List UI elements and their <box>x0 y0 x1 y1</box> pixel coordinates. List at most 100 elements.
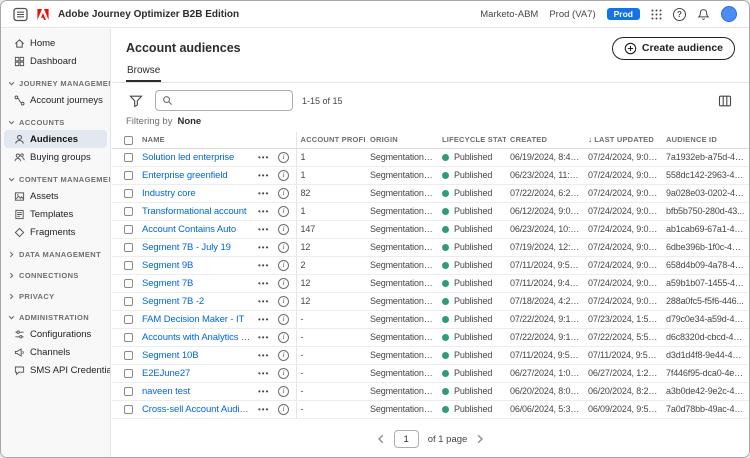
environment-name[interactable]: Prod (VA7) <box>549 9 595 20</box>
sidebar-section-journey-management[interactable]: JOURNEY MANAGEMENT <box>1 75 110 91</box>
sidebar-item-account-journeys[interactable]: Account journeys <box>1 91 110 109</box>
table-row[interactable]: Industry core ••• i 82 Segmentation Serv… <box>112 184 749 202</box>
more-actions-icon[interactable]: ••• <box>258 369 269 378</box>
audience-name-link[interactable]: Segment 10B <box>142 350 198 361</box>
sidebar-item-assets[interactable]: Assets <box>1 187 110 205</box>
more-actions-icon[interactable]: ••• <box>258 351 269 360</box>
table-row[interactable]: Account Contains Auto ••• i 147 Segmenta… <box>112 220 749 238</box>
audience-name-link[interactable]: Segment 7B - July 19 <box>142 242 231 253</box>
row-checkbox[interactable] <box>124 387 133 396</box>
more-actions-icon[interactable]: ••• <box>258 315 269 324</box>
sidebar-item-dashboard[interactable]: Dashboard <box>1 52 110 70</box>
more-actions-icon[interactable]: ••• <box>258 225 269 234</box>
audience-name-link[interactable]: Cross-sell Account Audience <box>142 404 254 415</box>
filter-icon[interactable] <box>126 91 146 111</box>
more-actions-icon[interactable]: ••• <box>258 153 269 162</box>
info-icon[interactable]: i <box>278 206 289 217</box>
audience-name-link[interactable]: FAM Decision Maker - IT <box>142 314 244 325</box>
page-number-input[interactable]: 1 <box>394 430 419 448</box>
table-row[interactable]: Segment 10B ••• i - Segmentation Serv...… <box>112 346 749 364</box>
info-icon[interactable]: i <box>278 224 289 235</box>
row-checkbox[interactable] <box>124 369 133 378</box>
column-header-origin[interactable]: ORIGIN <box>366 132 438 148</box>
info-icon[interactable]: i <box>278 332 289 343</box>
row-checkbox[interactable] <box>124 297 133 306</box>
info-icon[interactable]: i <box>278 188 289 199</box>
info-icon[interactable]: i <box>278 296 289 307</box>
more-actions-icon[interactable]: ••• <box>258 405 269 414</box>
info-icon[interactable]: i <box>278 278 289 289</box>
more-actions-icon[interactable]: ••• <box>258 189 269 198</box>
table-row[interactable]: Segment 7B ••• i 12 Segmentation Serv...… <box>112 274 749 292</box>
table-row[interactable]: naveen test ••• i - Segmentation Serv...… <box>112 382 749 400</box>
user-avatar[interactable] <box>721 6 737 22</box>
info-icon[interactable]: i <box>278 386 289 397</box>
row-checkbox[interactable] <box>124 405 133 414</box>
table-row[interactable]: Segment 7B - July 19 ••• i 12 Segmentati… <box>112 238 749 256</box>
more-actions-icon[interactable]: ••• <box>258 279 269 288</box>
table-row[interactable]: Solution led enterprise ••• i 1 Segmenta… <box>112 148 749 166</box>
table-row[interactable]: Enterprise greenfield ••• i 1 Segmentati… <box>112 166 749 184</box>
row-checkbox[interactable] <box>124 171 133 180</box>
next-page-button[interactable] <box>476 434 484 444</box>
column-settings-icon[interactable] <box>715 91 735 111</box>
table-row[interactable]: Segment 7B -2 ••• i 12 Segmentation Serv… <box>112 292 749 310</box>
app-switcher-grid-icon[interactable] <box>651 9 662 20</box>
help-icon[interactable]: ? <box>673 8 686 21</box>
audience-name-link[interactable]: Segment 7B <box>142 278 193 289</box>
table-row[interactable]: E2EJune27 ••• i - Segmentation Serv... P… <box>112 364 749 382</box>
more-actions-icon[interactable]: ••• <box>258 207 269 216</box>
sidebar-item-audiences[interactable]: Audiences <box>4 130 107 148</box>
row-checkbox[interactable] <box>124 333 133 342</box>
more-actions-icon[interactable]: ••• <box>258 171 269 180</box>
column-header-last-updated[interactable]: ↓LAST UPDATED <box>584 132 662 148</box>
more-actions-icon[interactable]: ••• <box>258 297 269 306</box>
select-all-checkbox[interactable] <box>124 136 133 145</box>
sidebar-section-accounts[interactable]: ACCOUNTS <box>1 114 110 130</box>
row-checkbox[interactable] <box>124 153 133 162</box>
info-icon[interactable]: i <box>278 242 289 253</box>
audience-name-link[interactable]: Transformational account <box>142 206 246 217</box>
more-actions-icon[interactable]: ••• <box>258 243 269 252</box>
org-name[interactable]: Marketo-ABM <box>480 9 538 20</box>
more-actions-icon[interactable]: ••• <box>258 333 269 342</box>
row-checkbox[interactable] <box>124 351 133 360</box>
sidebar-item-home[interactable]: Home <box>1 34 110 52</box>
table-row[interactable]: Segment 9B ••• i 2 Segmentation Serv... … <box>112 256 749 274</box>
audience-name-link[interactable]: E2EJune27 <box>142 368 190 379</box>
info-icon[interactable]: i <box>278 350 289 361</box>
tab-browse[interactable]: Browse <box>126 61 161 82</box>
sidebar-item-fragments[interactable]: Fragments <box>1 223 110 241</box>
row-checkbox[interactable] <box>124 225 133 234</box>
info-icon[interactable]: i <box>278 314 289 325</box>
audience-name-link[interactable]: naveen test <box>142 386 190 397</box>
row-checkbox[interactable] <box>124 207 133 216</box>
audience-name-link[interactable]: Solution led enterprise <box>142 152 234 163</box>
create-audience-button[interactable]: Create audience <box>612 37 735 60</box>
column-header-account-profiles[interactable]: ACCOUNT PROFILES <box>296 132 366 148</box>
hamburger-menu-icon[interactable] <box>13 7 28 22</box>
audience-name-link[interactable]: Account Contains Auto <box>142 224 236 235</box>
table-row[interactable]: Accounts with Analytics product and r...… <box>112 328 749 346</box>
row-checkbox[interactable] <box>124 279 133 288</box>
audience-name-link[interactable]: Accounts with Analytics product and r... <box>142 332 254 343</box>
sidebar-item-configurations[interactable]: Configurations <box>1 325 110 343</box>
column-header-name[interactable]: NAME <box>138 132 254 148</box>
info-icon[interactable]: i <box>278 368 289 379</box>
sidebar-item-sms-api-credentials[interactable]: SMS API Credentials <box>1 361 110 379</box>
row-checkbox[interactable] <box>124 315 133 324</box>
table-row[interactable]: Cross-sell Account Audience ••• i - Segm… <box>112 400 749 418</box>
search-input[interactable] <box>178 94 286 107</box>
info-icon[interactable]: i <box>278 404 289 415</box>
sidebar-section-administration[interactable]: ADMINISTRATION <box>1 309 110 325</box>
audience-name-link[interactable]: Segment 7B -2 <box>142 296 204 307</box>
column-header-created[interactable]: CREATED <box>506 132 584 148</box>
table-row[interactable]: Transformational account ••• i 1 Segment… <box>112 202 749 220</box>
info-icon[interactable]: i <box>278 152 289 163</box>
audience-name-link[interactable]: Segment 9B <box>142 260 193 271</box>
row-checkbox[interactable] <box>124 189 133 198</box>
audience-name-link[interactable]: Enterprise greenfield <box>142 170 228 181</box>
sidebar-item-templates[interactable]: Templates <box>1 205 110 223</box>
column-header-audience-id[interactable]: AUDIENCE ID <box>662 132 749 148</box>
sidebar-item-channels[interactable]: Channels <box>1 343 110 361</box>
